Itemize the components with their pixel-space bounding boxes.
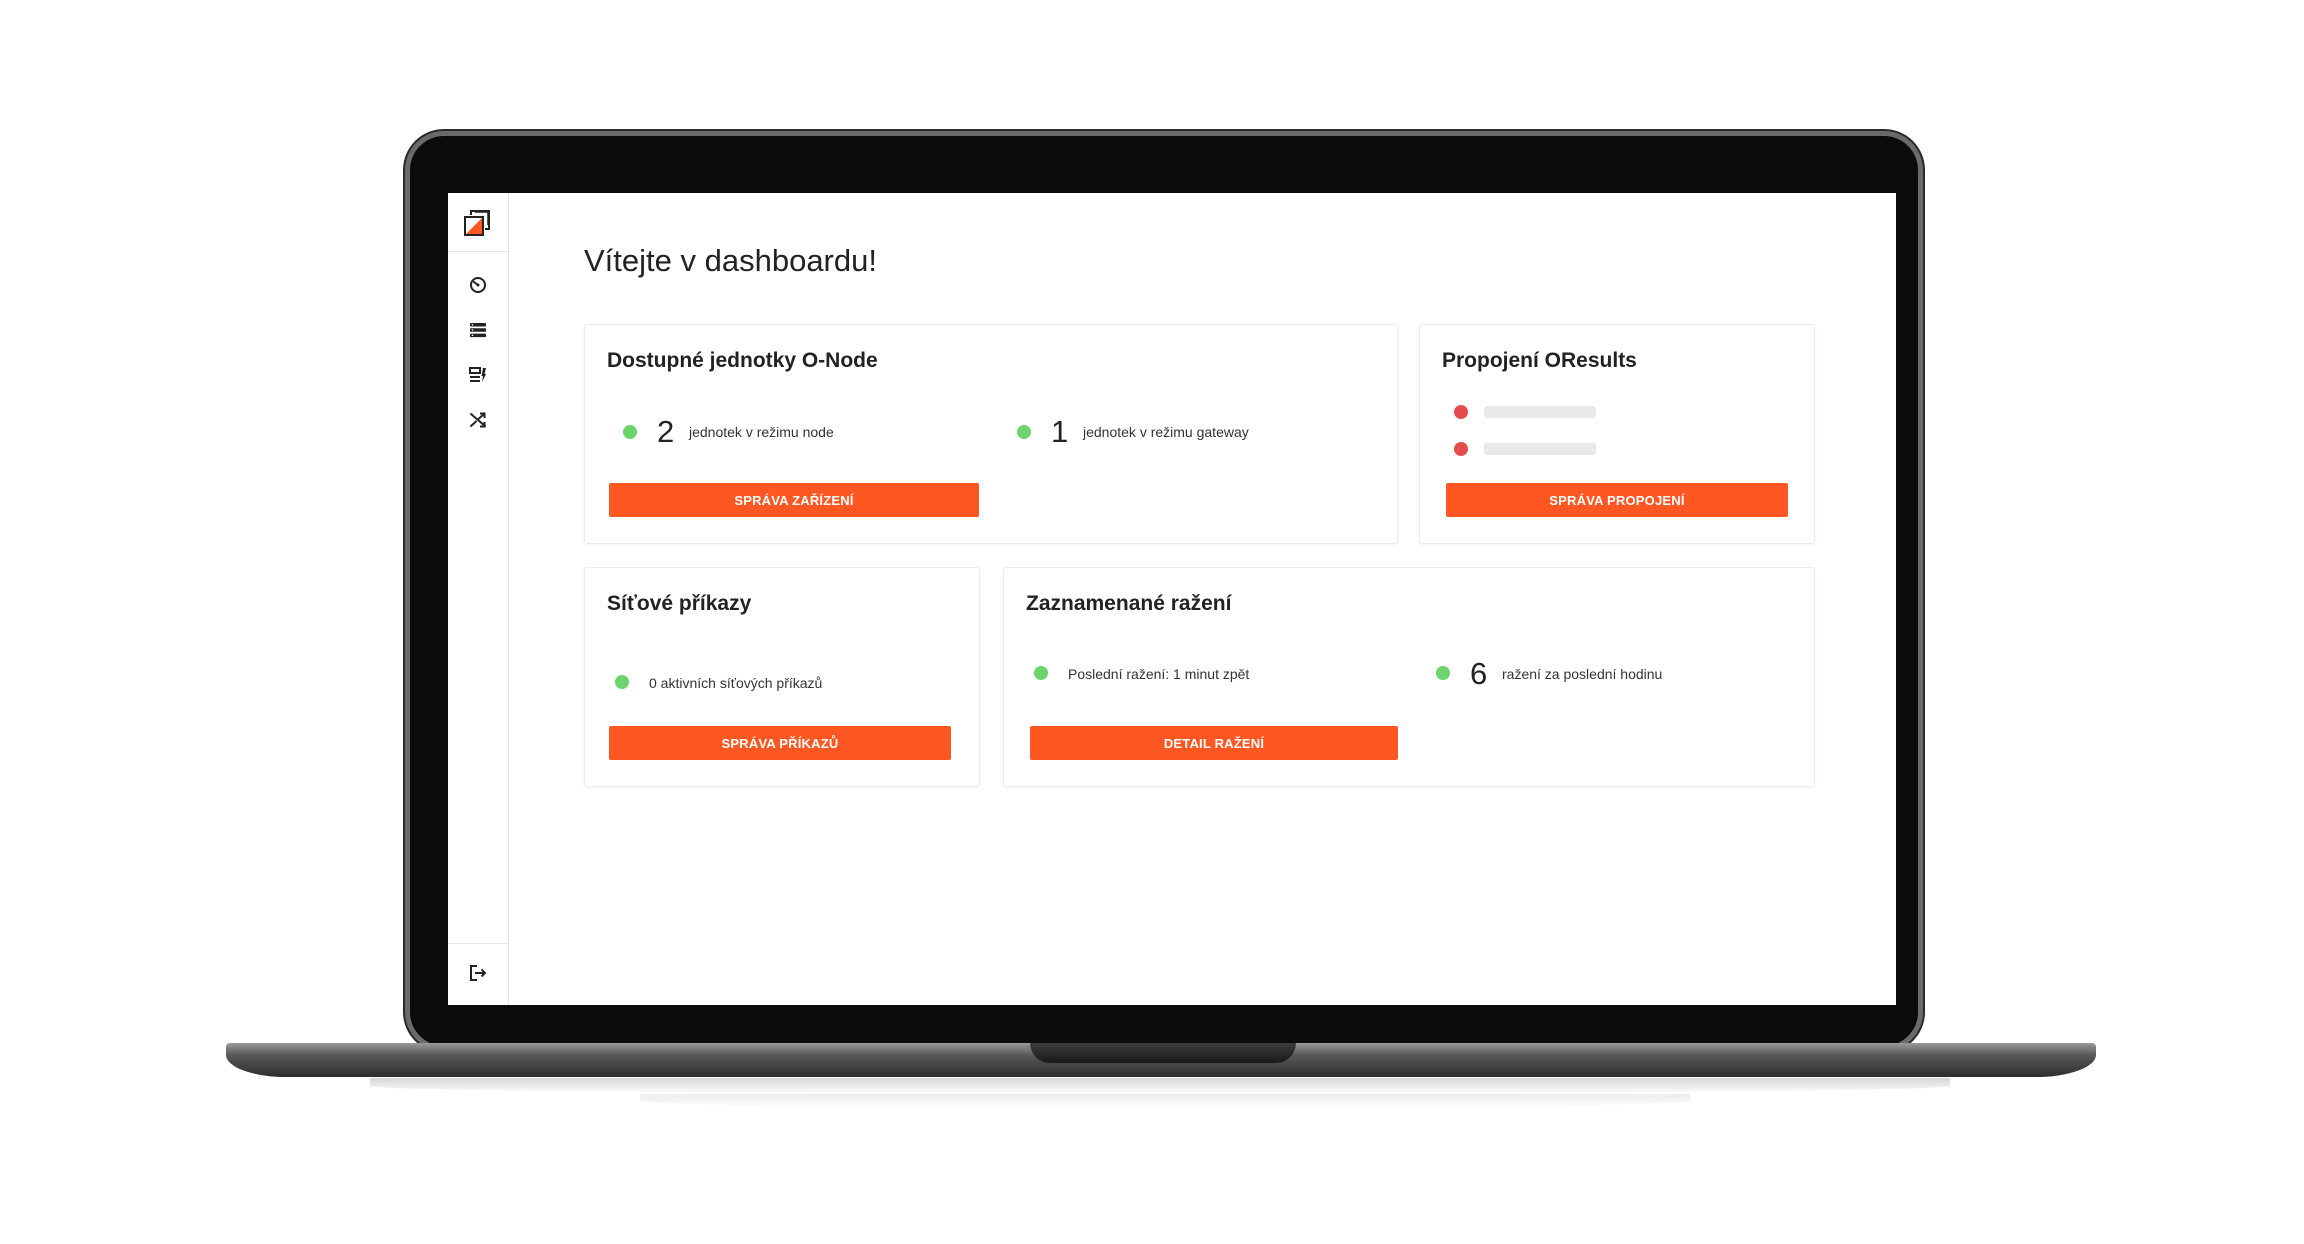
dashboard-gauge-icon [470, 277, 486, 293]
laptop-shadow [370, 1078, 1950, 1094]
laptop-notch [1030, 1043, 1296, 1063]
card-title: Síťové příkazy [607, 592, 752, 615]
sidebar-item-dashboard[interactable] [468, 275, 488, 295]
sidebar-item-commands[interactable] [468, 365, 488, 385]
page-title: Vítejte v dashboardu! [584, 243, 877, 278]
app-logo-icon[interactable] [463, 207, 493, 237]
loading-placeholder [1484, 406, 1596, 418]
oresults-card: Propojení OResults SPRÁVA PROPOJENÍ [1419, 324, 1815, 544]
node-count: 2 [657, 414, 675, 449]
loading-placeholder [1484, 443, 1596, 455]
status-dot-ok [1017, 425, 1031, 439]
active-commands-label: 0 aktivních síťových příkazů [649, 675, 823, 691]
server-list-icon [470, 323, 486, 338]
laptop-shadow-far [640, 1094, 1690, 1108]
commands-icon [469, 367, 486, 382]
manage-connections-button[interactable]: SPRÁVA PROPOJENÍ [1446, 483, 1788, 517]
commands-card: Síťové příkazy 0 aktivních síťových přík… [584, 567, 980, 787]
punch-hour-count: 6 [1470, 656, 1488, 691]
sidebar-item-units[interactable] [468, 320, 488, 340]
last-punch-label: Poslední ražení: 1 minut zpět [1068, 666, 1250, 682]
laptop-screen: Vítejte v dashboardu! Dostupné jednotky … [448, 193, 1896, 1005]
units-card: Dostupné jednotky O-Node 2 jednotek v re… [584, 324, 1398, 544]
sidebar-item-shuffle[interactable] [468, 410, 488, 430]
logout-icon [470, 965, 487, 981]
status-dot-ok [615, 675, 629, 689]
card-title: Zaznamenané ražení [1026, 592, 1232, 615]
punches-card: Zaznamenané ražení Poslední ražení: 1 mi… [1003, 567, 1815, 787]
punch-detail-button[interactable]: DETAIL RAŽENÍ [1030, 726, 1398, 760]
sidebar [448, 193, 509, 1005]
card-title: Dostupné jednotky O-Node [607, 349, 878, 372]
sidebar-divider [448, 251, 508, 252]
gateway-label: jednotek v režimu gateway [1083, 424, 1249, 440]
manage-commands-button[interactable]: SPRÁVA PŘÍKAZŮ [609, 726, 951, 760]
sidebar-divider [448, 943, 508, 944]
gateway-count: 1 [1051, 414, 1069, 449]
status-dot-ok [1034, 666, 1048, 680]
status-dot-error [1454, 405, 1468, 419]
status-dot-ok [623, 425, 637, 439]
manage-devices-button[interactable]: SPRÁVA ZAŘÍZENÍ [609, 483, 979, 517]
status-dot-ok [1436, 666, 1450, 680]
shuffle-icon [470, 412, 486, 428]
punch-hour-label: ražení za poslední hodinu [1502, 666, 1663, 682]
card-title: Propojení OResults [1442, 349, 1637, 372]
status-dot-error [1454, 442, 1468, 456]
logout-button[interactable] [468, 963, 488, 983]
node-label: jednotek v režimu node [689, 424, 834, 440]
